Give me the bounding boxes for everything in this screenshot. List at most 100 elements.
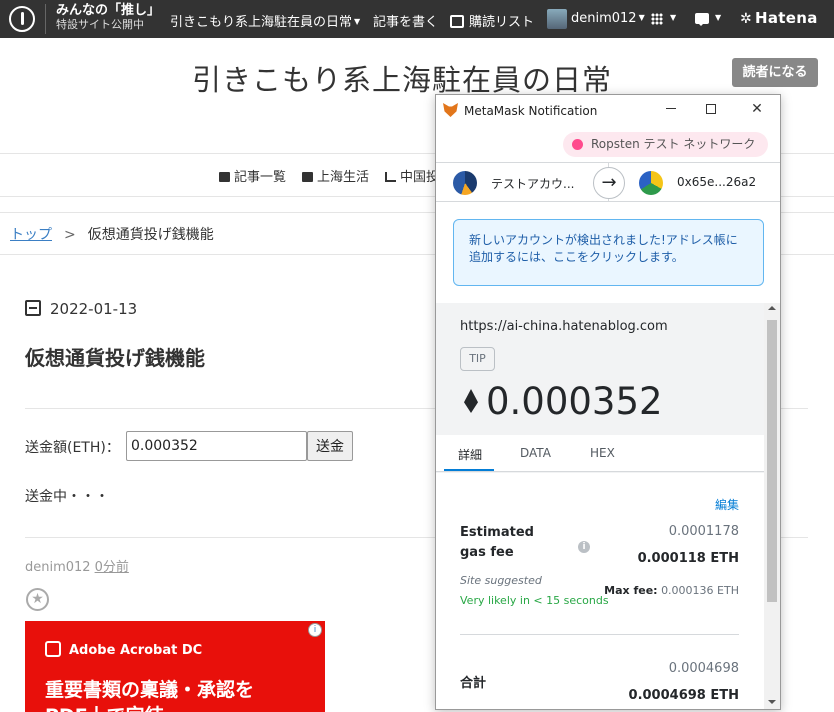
scrollbar-thumb[interactable] [767, 320, 777, 602]
post-permalink[interactable]: 0分前 [95, 560, 129, 575]
post-date: 2022-01-13 [25, 300, 137, 318]
notifications-icon[interactable] [695, 13, 709, 26]
reading-list-icon [450, 15, 464, 28]
blog-menu[interactable]: 引きこもり系上海駐在員の日常 ▼ [170, 11, 360, 30]
send-amount-input[interactable] [126, 431, 307, 461]
tab-details[interactable]: 詳細 [458, 446, 482, 463]
metamask-fox-icon [443, 103, 458, 117]
ad-headline-line1: 重要書類の稟議・承認を [45, 679, 255, 701]
confirmation-time-estimate: Very likely in < 15 seconds [460, 594, 609, 607]
post-date-text: 2022-01-13 [50, 300, 138, 318]
breadcrumb-top-link[interactable]: トップ [10, 227, 52, 243]
window-titlebar[interactable]: MetaMask Notification ✕ [436, 95, 780, 126]
gas-fee-value-secondary: 0.0001178 [668, 524, 739, 539]
oshi-line2: 特設サイト公開中 [56, 18, 144, 31]
acrobat-icon [45, 641, 61, 657]
arrow-right-icon: → [593, 167, 625, 199]
category-icon [302, 172, 313, 182]
total-value: 0.0004698 ETH [628, 688, 739, 703]
minimize-button[interactable] [661, 99, 681, 119]
from-account-name[interactable]: テストアカウ... [491, 175, 574, 192]
username: denim012 [571, 11, 637, 26]
ad-headline: 重要書類の稟議・承認を PDF上で完結 [45, 677, 254, 712]
post-author-line: denim012 0分前 [25, 556, 129, 575]
detail-tabs: 詳細 DATA HEX [436, 435, 780, 472]
nav-label: 記事一覧 [234, 170, 287, 185]
method-badge: TIP [460, 347, 495, 371]
chevron-down-icon: ▼ [354, 17, 361, 26]
blog-title[interactable]: 引きこもり系上海駐在員の日常 [192, 57, 612, 99]
edit-gas-link[interactable]: 編集 [715, 496, 739, 513]
chevron-down-icon[interactable]: ▼ [713, 11, 721, 26]
max-fee: Max fee: 0.000136 ETH [604, 584, 739, 597]
gas-fee-label: Estimated gas fee [460, 523, 560, 563]
send-button[interactable]: 送金 [307, 431, 353, 461]
star-icon: ★ [31, 591, 44, 607]
metamask-notification-window: MetaMask Notification ✕ Ropsten テスト ネットワ… [435, 94, 781, 710]
maximize-button[interactable] [701, 99, 721, 119]
network-name: Ropsten テスト ネットワーク [591, 137, 756, 151]
reading-list-label: 購読リスト [469, 15, 535, 30]
ad-headline-line2: PDF上で完結 [45, 703, 254, 712]
hatena-wordmark: Hatena [755, 9, 818, 27]
scrollbar[interactable] [764, 303, 780, 709]
sending-status: 送金中・・・ [25, 489, 109, 505]
chevron-down-icon[interactable]: ▼ [668, 11, 676, 26]
gas-fee-value: 0.000118 ETH [637, 551, 739, 566]
blog-menu-label: 引きこもり系上海駐在員の日常 [170, 15, 353, 30]
amount-value: 0.000352 [486, 380, 663, 423]
maximize-icon [706, 104, 716, 114]
author-name: denim012 [25, 560, 91, 575]
calendar-icon [25, 300, 41, 316]
site-suggested-label: Site suggested [460, 574, 542, 587]
account-transfer-row: テストアカウ... → 0x65e...26a2 [436, 162, 780, 202]
breadcrumb: トップ > 仮想通貨投げ銭機能 [10, 224, 214, 244]
nav-label: 中国投 [400, 170, 440, 185]
user-menu[interactable]: denim012 ▼ [571, 11, 645, 26]
user-avatar[interactable] [547, 9, 567, 29]
ad-brand: Adobe Acrobat DC [45, 641, 202, 658]
network-dot-icon [572, 139, 583, 150]
max-fee-label: Max fee: [604, 584, 658, 597]
hatena-blog-logo-icon[interactable] [9, 6, 35, 32]
tab-data[interactable]: DATA [520, 446, 551, 460]
nav-item-shanghai[interactable]: 上海生活 [302, 166, 369, 185]
new-account-notice[interactable]: 新しいアカウントが検出されました!アドレス帳に追加するには、ここをクリックします… [453, 219, 764, 286]
add-star-button[interactable]: ★ [26, 588, 49, 611]
gas-fee-label-line1: Estimated gas fee [460, 525, 534, 560]
from-account-avatar [453, 171, 477, 195]
breadcrumb-current: 仮想通貨投げ銭機能 [87, 227, 214, 243]
chevron-down-icon: ▼ [638, 13, 645, 22]
to-account-avatar [639, 171, 663, 195]
tab-hex[interactable]: HEX [590, 446, 615, 460]
nav-item-archive[interactable]: 記事一覧 [219, 166, 286, 185]
nav-label: 上海生活 [317, 170, 370, 185]
scroll-down-arrow-icon[interactable] [768, 700, 776, 704]
reading-list-link[interactable]: 購読リスト [450, 11, 534, 30]
write-article-link[interactable]: 記事を書く [373, 11, 438, 30]
post-title[interactable]: 仮想通貨投げ銭機能 [25, 342, 205, 371]
ad-banner[interactable]: Adobe Acrobat DC 重要書類の稟議・承認を PDF上で完結 i [25, 621, 325, 712]
oshi-line1: みんなの「推し」 [56, 3, 161, 18]
hatena-logo[interactable]: ✲ Hatena [740, 9, 818, 27]
scroll-up-arrow-icon[interactable] [768, 306, 776, 310]
breadcrumb-separator: > [64, 227, 76, 243]
info-icon[interactable]: i [578, 541, 590, 553]
close-icon: ✕ [751, 101, 763, 117]
close-button[interactable]: ✕ [747, 99, 767, 119]
network-indicator[interactable]: Ropsten テスト ネットワーク [563, 132, 768, 157]
ad-brand-label: Adobe Acrobat DC [69, 643, 203, 658]
apps-grid-icon[interactable] [651, 13, 663, 25]
chart-icon [385, 172, 396, 182]
hatena-topbar: みんなの「推し」 特設サイト公開中 引きこもり系上海駐在員の日常 ▼ 記事を書く … [0, 0, 834, 38]
max-fee-value: 0.000136 ETH [661, 584, 739, 597]
minimize-icon [666, 108, 676, 109]
ad-choices-icon[interactable]: i [308, 623, 322, 637]
nav-item-china-invest[interactable]: 中国投 [385, 166, 439, 185]
to-address[interactable]: 0x65e...26a2 [677, 175, 756, 189]
divider [460, 634, 739, 635]
oshi-campaign-link[interactable]: みんなの「推し」 特設サイト公開中 [45, 4, 160, 34]
subscribe-button[interactable]: 読者になる [732, 58, 818, 87]
transaction-amount: 0.000352 [464, 380, 663, 423]
active-tab-indicator [444, 469, 494, 471]
